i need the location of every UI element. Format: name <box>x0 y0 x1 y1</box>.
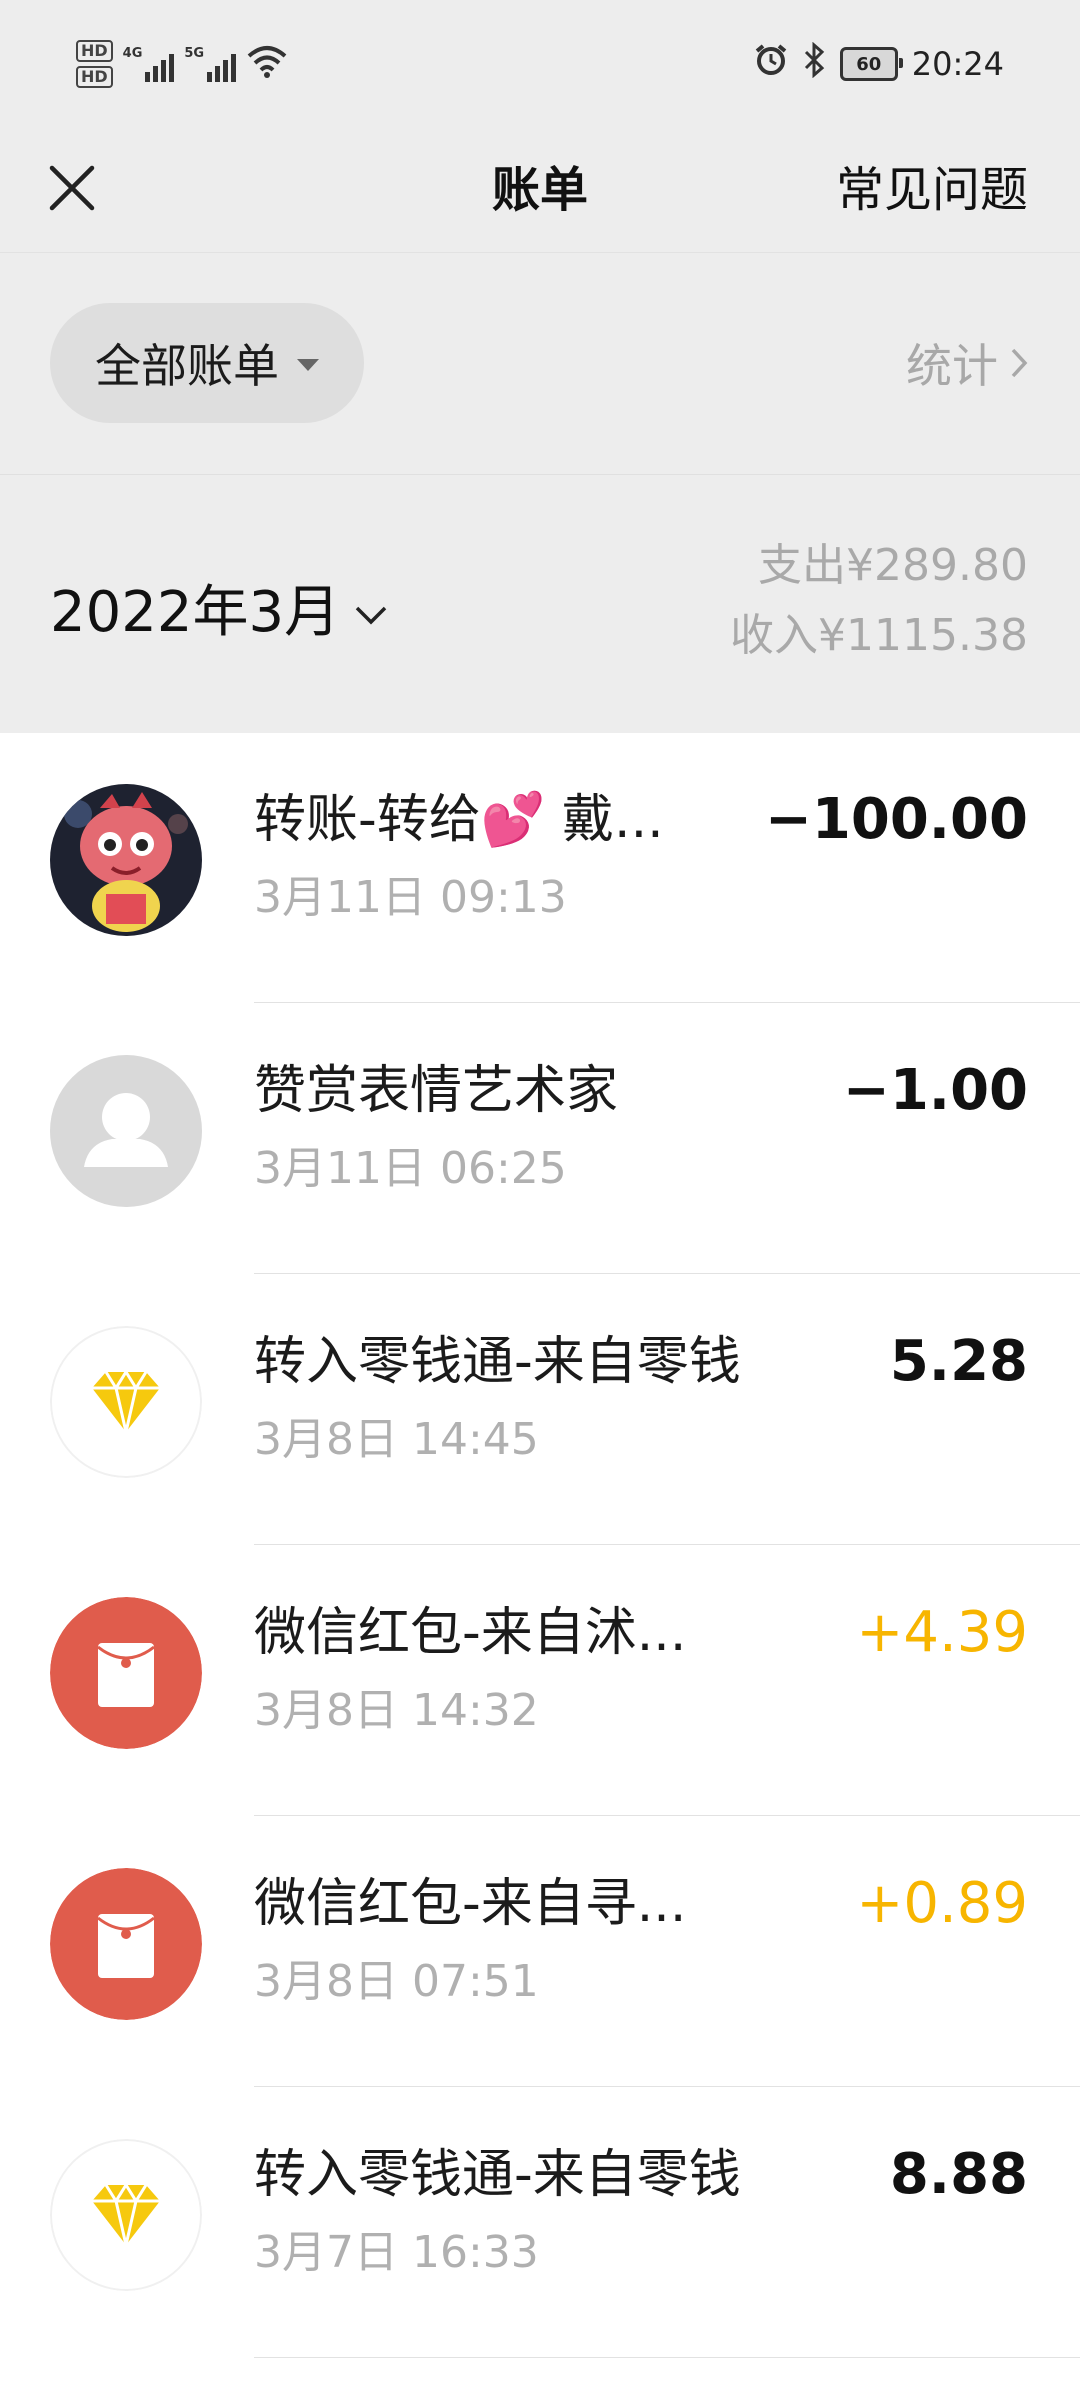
bill-filter-dropdown[interactable]: 全部账单 <box>50 303 364 423</box>
signal-4g-icon: 4G <box>123 46 175 82</box>
month-selector[interactable]: 2022年3月 <box>50 559 388 655</box>
transaction-time: 3月8日 14:45 <box>254 1414 539 1465</box>
transaction-amount: +0.89 <box>856 1871 1028 1936</box>
faq-button[interactable]: 常见问题 <box>836 128 1028 252</box>
transaction-time: 3月11日 06:25 <box>254 1143 567 1194</box>
hd-indicators: HD HD <box>76 40 113 88</box>
battery-icon: 60 <box>839 47 903 81</box>
transaction-time: 3月11日 09:13 <box>254 872 567 923</box>
month-label: 2022年3月 <box>50 579 341 645</box>
row-divider <box>254 2357 1080 2358</box>
transaction-amount: +4.39 <box>856 1600 1028 1665</box>
status-bar-left: HD HD 4G 5G <box>76 32 288 96</box>
transaction-row[interactable]: 微信红包-来自沭... 3月8日 14:32 +4.39 <box>0 1545 1080 1816</box>
transaction-list: 转账-转给💕 戴... 3月11日 09:13 −100.00 赞赏表情艺术家 … <box>0 732 1080 2358</box>
user-photo-avatar <box>50 784 202 936</box>
transaction-row[interactable]: 转入零钱通-来自零钱 3月7日 16:33 8.88 <box>0 2087 1080 2358</box>
network-5g-label: 5G <box>184 46 205 61</box>
transaction-title: 微信红包-来自沭... <box>254 1603 687 1663</box>
status-bar: HD HD 4G 5G 60 20:24 <box>0 0 1080 128</box>
transaction-title: 微信红包-来自寻... <box>254 1874 687 1934</box>
red-packet-icon <box>50 1868 202 2020</box>
expense-total: 支出¥289.80 <box>758 540 1028 591</box>
transaction-title: 赞赏表情艺术家 <box>254 1061 619 1121</box>
hd-badge-1: HD <box>76 40 113 62</box>
transaction-row[interactable]: 微信红包-来自寻... 3月8日 07:51 +0.89 <box>0 1816 1080 2087</box>
transaction-time: 3月8日 07:51 <box>254 1956 539 2007</box>
status-bar-right: 60 20:24 <box>754 36 1004 92</box>
transaction-title: 转入零钱通-来自零钱 <box>254 2145 741 2205</box>
filter-bar: 全部账单 统计 <box>0 252 1080 475</box>
transaction-amount: −100.00 <box>764 787 1028 852</box>
month-summary-bar: 2022年3月 支出¥289.80 收入¥1115.38 <box>0 474 1080 733</box>
chevron-right-icon <box>1010 336 1028 390</box>
close-icon <box>47 163 97 217</box>
red-packet-icon <box>50 1597 202 1749</box>
transaction-time: 3月7日 16:33 <box>254 2227 539 2278</box>
transaction-amount: 5.28 <box>889 1329 1028 1394</box>
wifi-icon <box>246 44 288 84</box>
transaction-row[interactable]: 转入零钱通-来自零钱 3月8日 14:45 5.28 <box>0 1274 1080 1545</box>
income-total: 收入¥1115.38 <box>730 610 1028 661</box>
nav-bar: 账单 常见问题 <box>0 128 1080 252</box>
statistics-link[interactable]: 统计 <box>906 303 1028 423</box>
transaction-amount: 8.88 <box>889 2142 1028 2207</box>
status-time: 20:24 <box>911 45 1004 83</box>
hd-badge-2: HD <box>76 66 113 88</box>
bluetooth-icon <box>802 41 826 86</box>
alarm-icon <box>754 43 788 85</box>
close-button[interactable] <box>30 148 114 232</box>
signal-5g-icon: 5G <box>184 46 237 82</box>
bill-filter-label: 全部账单 <box>95 339 279 393</box>
network-4g-label: 4G <box>122 46 143 61</box>
default-user-avatar <box>50 1055 202 1207</box>
diamond-icon <box>50 1326 202 1478</box>
chevron-down-icon <box>354 575 388 640</box>
transaction-title: 转账-转给💕 戴... <box>254 790 664 850</box>
transaction-row[interactable]: 赞赏表情艺术家 3月11日 06:25 −1.00 <box>0 1003 1080 1274</box>
transaction-row[interactable]: 转账-转给💕 戴... 3月11日 09:13 −100.00 <box>0 732 1080 1003</box>
diamond-icon <box>50 2139 202 2291</box>
transaction-title: 转入零钱通-来自零钱 <box>254 1332 741 1392</box>
statistics-label: 统计 <box>906 339 998 393</box>
month-totals: 支出¥289.80 收入¥1115.38 <box>730 531 1028 671</box>
transaction-amount: −1.00 <box>842 1058 1028 1123</box>
transaction-time: 3月8日 14:32 <box>254 1685 539 1736</box>
caret-down-icon <box>297 359 319 371</box>
